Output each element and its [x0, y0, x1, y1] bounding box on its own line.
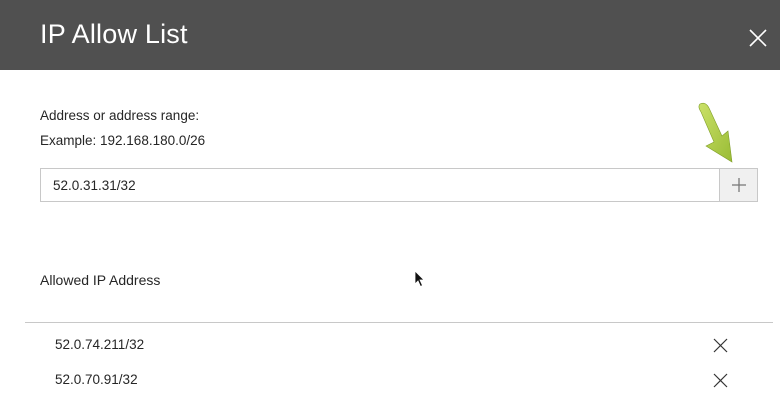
allowed-ip-text: 52.0.74.211/32: [55, 337, 145, 352]
close-icon: [749, 29, 767, 47]
dialog-title: IP Allow List: [40, 19, 188, 49]
allowed-ip-heading: Allowed IP Address: [40, 272, 161, 288]
close-icon: [713, 338, 727, 352]
mouse-pointer-icon: [414, 270, 425, 288]
remove-ip-button[interactable]: [710, 370, 730, 390]
address-example: Example: 192.168.180.0/26: [40, 133, 206, 148]
add-address-button[interactable]: [719, 168, 758, 202]
address-input[interactable]: [40, 168, 719, 202]
list-item: 52.0.74.211/32: [25, 325, 773, 360]
remove-ip-button[interactable]: [710, 335, 730, 355]
close-icon: [713, 373, 727, 387]
allowed-ip-text: 52.0.70.91/32: [55, 372, 138, 387]
plus-icon: [731, 178, 746, 192]
close-button[interactable]: [744, 24, 772, 52]
list-divider: [25, 322, 773, 323]
address-label: Address or address range:: [40, 108, 200, 123]
address-input-row: [40, 168, 758, 202]
arrow-down-icon: [698, 102, 733, 163]
dialog-header: IP Allow List: [0, 0, 780, 70]
list-item: 52.0.70.91/32: [25, 360, 773, 395]
